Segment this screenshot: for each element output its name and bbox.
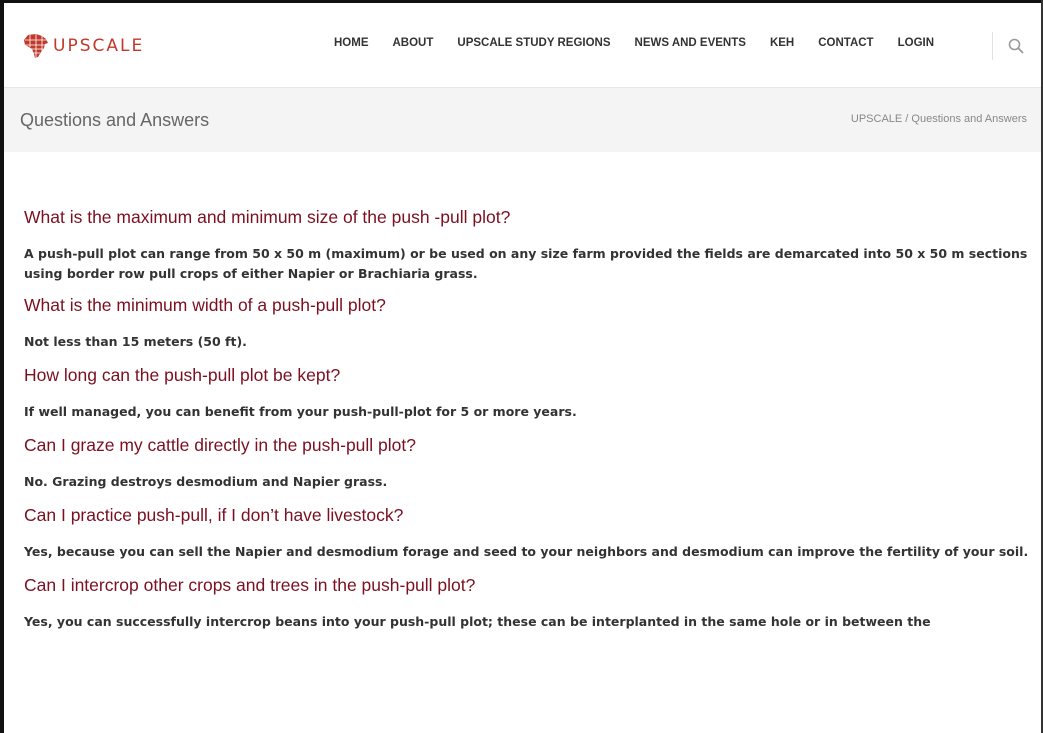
breadcrumb: UPSCALE / Questions and Answers <box>851 113 1027 125</box>
nav-contact[interactable]: CONTACT <box>818 37 873 49</box>
nav-news-events[interactable]: NEWS AND EVENTS <box>635 37 746 49</box>
nav-study-regions[interactable]: UPSCALE STUDY REGIONS <box>457 37 610 49</box>
qa-answer: A push-pull plot can range from 50 x 50 … <box>24 246 1028 281</box>
qa-answer: Not less than 15 meters (50 ft). <box>24 334 247 349</box>
brand-name: UPSCALE <box>53 36 145 56</box>
page-title: Questions and Answers <box>20 110 210 130</box>
site-header: UPSCALE HOME ABOUT UPSCALE STUDY REGIONS… <box>4 3 1041 88</box>
qa-question: Can I practice push-pull, if I don’t hav… <box>24 505 404 525</box>
breadcrumb-current: Questions and Answers <box>911 113 1027 125</box>
qa-item: Can I graze my cattle directly in the pu… <box>24 434 1029 492</box>
qa-answer: If well managed, you can benefit from yo… <box>24 404 577 419</box>
breadcrumb-home-link[interactable]: UPSCALE <box>851 113 902 125</box>
page-title-bar: Questions and Answers UPSCALE / Question… <box>4 88 1041 152</box>
qa-item: How long can the push-pull plot be kept?… <box>24 364 1029 422</box>
qa-answer: No. Grazing destroys desmodium and Napie… <box>24 474 388 489</box>
brand-logo[interactable]: UPSCALE <box>22 33 144 59</box>
qa-question: Can I intercrop other crops and trees in… <box>24 575 476 595</box>
qa-content: What is the maximum and minimum size of … <box>24 200 1029 632</box>
nav-keh[interactable]: KEH <box>770 37 794 49</box>
africa-map-logo-icon <box>24 34 48 58</box>
qa-item: What is the maximum and minimum size of … <box>24 206 1029 284</box>
qa-item: Can I practice push-pull, if I don’t hav… <box>24 504 1029 562</box>
qa-answer: Yes, you can successfully intercrop bean… <box>24 614 931 629</box>
qa-question: What is the minimum width of a push-pull… <box>24 295 386 315</box>
nav-home[interactable]: HOME <box>334 37 369 49</box>
qa-question: What is the maximum and minimum size of … <box>24 207 511 227</box>
qa-question: How long can the push-pull plot be kept? <box>24 365 341 385</box>
main-navigation: HOME ABOUT UPSCALE STUDY REGIONS NEWS AN… <box>334 37 958 49</box>
qa-item: What is the minimum width of a push-pull… <box>24 294 1029 352</box>
nav-divider <box>992 32 993 60</box>
nav-about[interactable]: ABOUT <box>393 37 434 49</box>
search-icon[interactable] <box>1008 38 1024 54</box>
nav-login[interactable]: LOGIN <box>898 37 934 49</box>
qa-answer: Yes, because you can sell the Napier and… <box>24 544 1029 559</box>
qa-question: Can I graze my cattle directly in the pu… <box>24 435 416 455</box>
qa-item: Can I intercrop other crops and trees in… <box>24 574 1029 632</box>
